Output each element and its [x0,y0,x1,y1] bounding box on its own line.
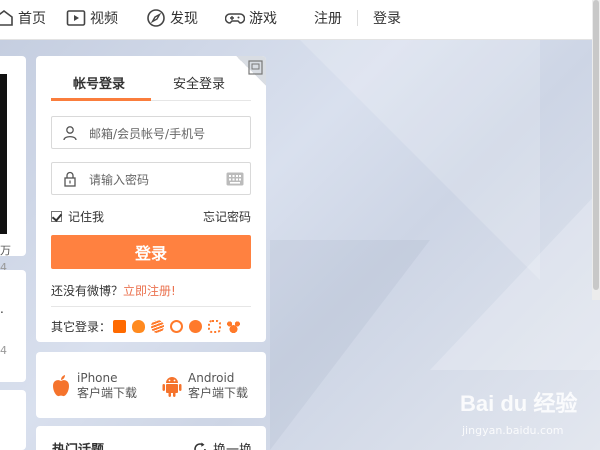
register-now-link[interactable]: 立即注册! [123,284,176,298]
active-tab-indicator [51,98,151,101]
iphone-sub: 客户端下载 [77,386,138,400]
keyboard-icon[interactable] [226,172,244,186]
refresh-button[interactable]: 换一换 [193,439,252,450]
forgot-password-link[interactable]: 忘记密码 [203,208,251,225]
signup-prompt: 还没有微博？立即注册! [51,282,176,299]
tab-secure-login[interactable]: 安全登录 [173,73,225,92]
username-placeholder: 邮箱/会员帐号/手机号 [89,127,206,141]
nav-video[interactable]: 视频 [66,8,118,28]
nav-login-label: 登录 [373,11,401,27]
card-caption: 万 [0,244,11,257]
password-field[interactable]: 请输入密码 [51,162,251,195]
iphone-download-link[interactable]: iPhone 客户端下载 [50,371,137,401]
baidu-jingyan-watermark: Bai du 经验 jingyan.baidu.com [460,386,578,437]
nav-home[interactable]: 首页 [0,8,46,28]
video-icon [66,10,86,26]
lock-icon [64,171,76,187]
tab-account-login[interactable]: 帐号登录 [73,73,125,92]
video-thumbnail[interactable] [0,74,7,234]
refresh-icon [194,442,206,450]
watermark-brand: Bai du 经验 [460,391,578,416]
no-account-text: 还没有微博？ [51,284,124,298]
nav-discover[interactable]: 发现 [146,8,198,28]
hot-topics-panel: 热门话题 换一换 [36,426,266,450]
username-field[interactable]: 邮箱/会员帐号/手机号 [51,116,251,149]
renren-icon[interactable] [189,320,203,333]
divider [51,306,251,307]
user-icon [63,126,77,141]
hot-topics-title: 热门话题 [52,439,104,450]
remember-me-checkbox[interactable] [51,211,62,222]
watermark-url: jingyan.baidu.com [462,424,564,437]
gamepad-icon [225,13,245,24]
refresh-label: 换一换 [213,439,252,450]
card-meta: 4 [0,344,7,357]
qq-icon[interactable] [132,320,146,333]
nav-video-label: 视频 [90,11,118,27]
nav-register-label: 注册 [314,11,342,27]
alipay-icon[interactable] [170,320,184,333]
taobao-icon[interactable] [113,320,127,333]
unicom-icon[interactable] [208,320,222,333]
password-placeholder: 请输入密码 [89,173,150,187]
scrollbar-thumb[interactable] [593,0,599,290]
nav-divider [357,10,358,26]
remember-me-label: 记住我 [68,210,105,224]
nav-login[interactable]: 登录 [373,8,401,28]
app-download-panel: iPhone 客户端下载 Android 客户端下载 [36,352,266,418]
android-download-link[interactable]: Android 客户端下载 [161,371,248,401]
nav-home-label: 首页 [18,11,46,27]
feed-card-partial [0,390,26,450]
third-party-login: 其它登录： [51,318,241,335]
apple-icon [53,375,69,397]
login-tabs: 帐号登录 安全登录 [51,68,251,101]
android-icon [162,377,182,397]
baidu-paw-icon[interactable] [227,320,241,333]
home-icon [0,10,13,26]
background-shape [270,240,430,450]
tianyi-icon[interactable] [151,320,165,333]
iphone-label: iPhone [77,371,118,385]
other-login-label: 其它登录： [51,320,112,334]
top-nav-bar: 首页 视频 发现 游戏 注册 登录 [0,0,600,40]
compass-icon [147,9,165,27]
login-button[interactable]: 登录 [51,235,251,269]
nav-register[interactable]: 注册 [314,8,342,28]
android-label: Android [188,371,235,385]
nav-game-label: 游戏 [249,11,277,27]
login-panel: 帐号登录 安全登录 邮箱/会员帐号/手机号 请输入密码 记住我 忘记密码 登录 … [36,56,266,342]
feed-card-partial: . 4 [0,270,26,382]
android-sub: 客户端下载 [188,386,249,400]
remember-me[interactable]: 记住我 [51,208,104,225]
feed-card-partial: 万 4 [0,56,26,274]
card-caption: . [0,302,4,316]
nav-game[interactable]: 游戏 [225,8,277,28]
nav-discover-label: 发现 [170,11,198,27]
background-shape [430,190,600,370]
